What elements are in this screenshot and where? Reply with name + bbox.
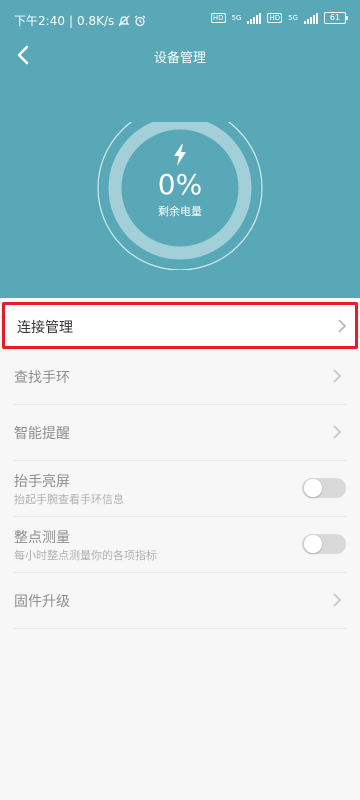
mute-bell-icon	[118, 15, 130, 26]
signal-icon	[247, 12, 262, 24]
status-bar: 下午2:40 | 0.8K/s HD 5G HD 5G 61	[0, 0, 360, 40]
status-left: 下午2:40 | 0.8K/s	[14, 12, 146, 29]
raise-to-wake-toggle[interactable]	[302, 478, 346, 498]
connection-management-label: 连接管理	[17, 320, 73, 336]
smart-reminder-item[interactable]: 智能提醒	[14, 405, 346, 461]
battery-gauge: 0% 剩余电量	[96, 122, 264, 270]
settings-list: 连接管理 查找手环 智能提醒 抬手亮屏 抬起手腕查看手环信息 整点测量 每小时整…	[0, 298, 360, 629]
connection-management-item[interactable]: 连接管理	[2, 302, 358, 349]
status-separator: |	[68, 13, 73, 28]
find-band-item[interactable]: 查找手环	[14, 349, 346, 405]
toggle-knob	[304, 479, 322, 497]
raise-to-wake-desc: 抬起手腕查看手环信息	[14, 493, 124, 506]
hourly-measure-desc: 每小时整点测量你的各项指标	[14, 549, 157, 562]
battery-status: 61	[324, 12, 348, 24]
firmware-upgrade-label: 固件升级	[14, 594, 70, 610]
raise-to-wake-label: 抬手亮屏	[14, 474, 70, 490]
chevron-right-icon	[333, 593, 342, 607]
network-type-label: 5G	[288, 14, 298, 22]
status-right: HD 5G HD 5G 61	[210, 12, 348, 24]
battery-label: 剩余电量	[158, 205, 202, 218]
chevron-right-icon	[333, 369, 342, 383]
smart-reminder-label: 智能提醒	[14, 426, 70, 442]
network-type-label: 5G	[231, 14, 242, 22]
chevron-right-icon	[333, 425, 342, 439]
firmware-upgrade-item[interactable]: 固件升级	[14, 573, 346, 629]
hourly-measure-toggle[interactable]	[302, 534, 346, 554]
signal-icon	[304, 12, 318, 24]
raise-to-wake-item: 抬手亮屏 抬起手腕查看手环信息	[14, 461, 346, 517]
find-band-label: 查找手环	[14, 370, 70, 386]
page-title: 设备管理	[153, 51, 206, 66]
hd-icon: HD	[267, 13, 283, 23]
alarm-icon	[134, 15, 146, 26]
toggle-knob	[304, 535, 322, 553]
battery-percent: 0%	[157, 168, 203, 201]
hourly-measure-label: 整点测量	[14, 530, 70, 546]
navbar: 设备管理	[0, 38, 360, 74]
status-net-speed: 0.8K/s	[77, 13, 115, 28]
hd-icon: HD	[210, 13, 226, 23]
lightning-icon	[174, 144, 186, 166]
header-panel: 下午2:40 | 0.8K/s HD 5G HD 5G 61 设备管理 0% 剩…	[0, 0, 360, 298]
gauge-center: 0% 剩余电量	[96, 144, 264, 219]
status-time: 下午2:40	[14, 14, 65, 28]
chevron-right-icon	[338, 319, 347, 333]
hourly-measure-item: 整点测量 每小时整点测量你的各项指标	[14, 517, 346, 573]
